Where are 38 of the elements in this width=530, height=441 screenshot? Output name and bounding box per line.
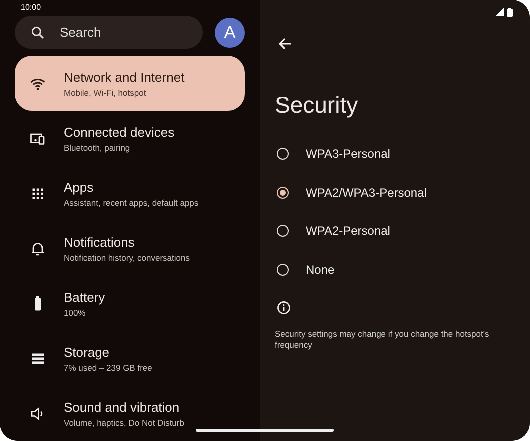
menu-item-title: Notifications	[64, 234, 136, 250]
avatar[interactable]: A	[215, 18, 245, 48]
status-time: 10:00	[21, 2, 42, 12]
menu-item-title: Battery	[64, 290, 106, 304]
option-label: WPA2-Personal	[306, 224, 390, 238]
radio-button[interactable]	[277, 186, 289, 199]
menu-item-subtitle: 7% used – 239 GB free	[64, 362, 152, 372]
menu-item[interactable]: Network and Internet Mobile, Wi-Fi, hotspot	[15, 56, 245, 111]
back-arrow-icon[interactable]	[278, 37, 292, 51]
radio-button[interactable]	[277, 264, 289, 276]
radio-button[interactable]	[277, 225, 289, 238]
menu-item[interactable]: Storage 7% used – 239 GB free	[15, 331, 245, 386]
menu-item[interactable]: Apps Assistant, recent apps, default apps	[15, 166, 245, 221]
menu-item-subtitle: Notification history, conversations	[64, 252, 190, 262]
option-label: WPA3-Personal	[306, 147, 390, 162]
option-label: None	[306, 262, 335, 277]
menu-item[interactable]: Sound and vibration Volume, haptics, Do Not Disturb	[15, 386, 245, 441]
search-field[interactable]: Search	[15, 16, 203, 49]
menu-item-subtitle: Volume, haptics, Do Not Disturb	[64, 418, 184, 428]
menu-item-title: Network and Internet	[64, 70, 185, 84]
menu-item-title: Storage	[64, 344, 111, 360]
menu-item[interactable]: Battery 100%	[15, 276, 245, 331]
menu-item-subtitle: Assistant, recent apps, default apps	[64, 198, 199, 208]
menu-item-title: Apps	[64, 180, 95, 194]
option-label: WPA2/WPA3-Personal	[306, 186, 427, 200]
menu-item-subtitle: 100%	[64, 308, 87, 318]
menu-item-subtitle: Bluetooth, pairing	[64, 142, 132, 152]
menu-item[interactable]: Notifications Notification history, conversations	[15, 221, 245, 276]
menu-item[interactable]: Connected devices Bluetooth, pairing	[15, 111, 245, 166]
menu-item-title: Sound and vibration	[64, 400, 181, 414]
page-title: Security	[275, 92, 360, 119]
signal-icon	[496, 8, 504, 16]
note-text: Security settings may change if you change the hotspot's frequency	[275, 329, 490, 352]
menu-item-subtitle: Mobile, Wi-Fi, hotspot	[64, 88, 148, 98]
radio-button[interactable]	[277, 148, 289, 160]
info-icon	[277, 301, 291, 315]
menu-item-title: Connected devices	[64, 124, 175, 140]
battery-icon	[507, 8, 513, 16]
